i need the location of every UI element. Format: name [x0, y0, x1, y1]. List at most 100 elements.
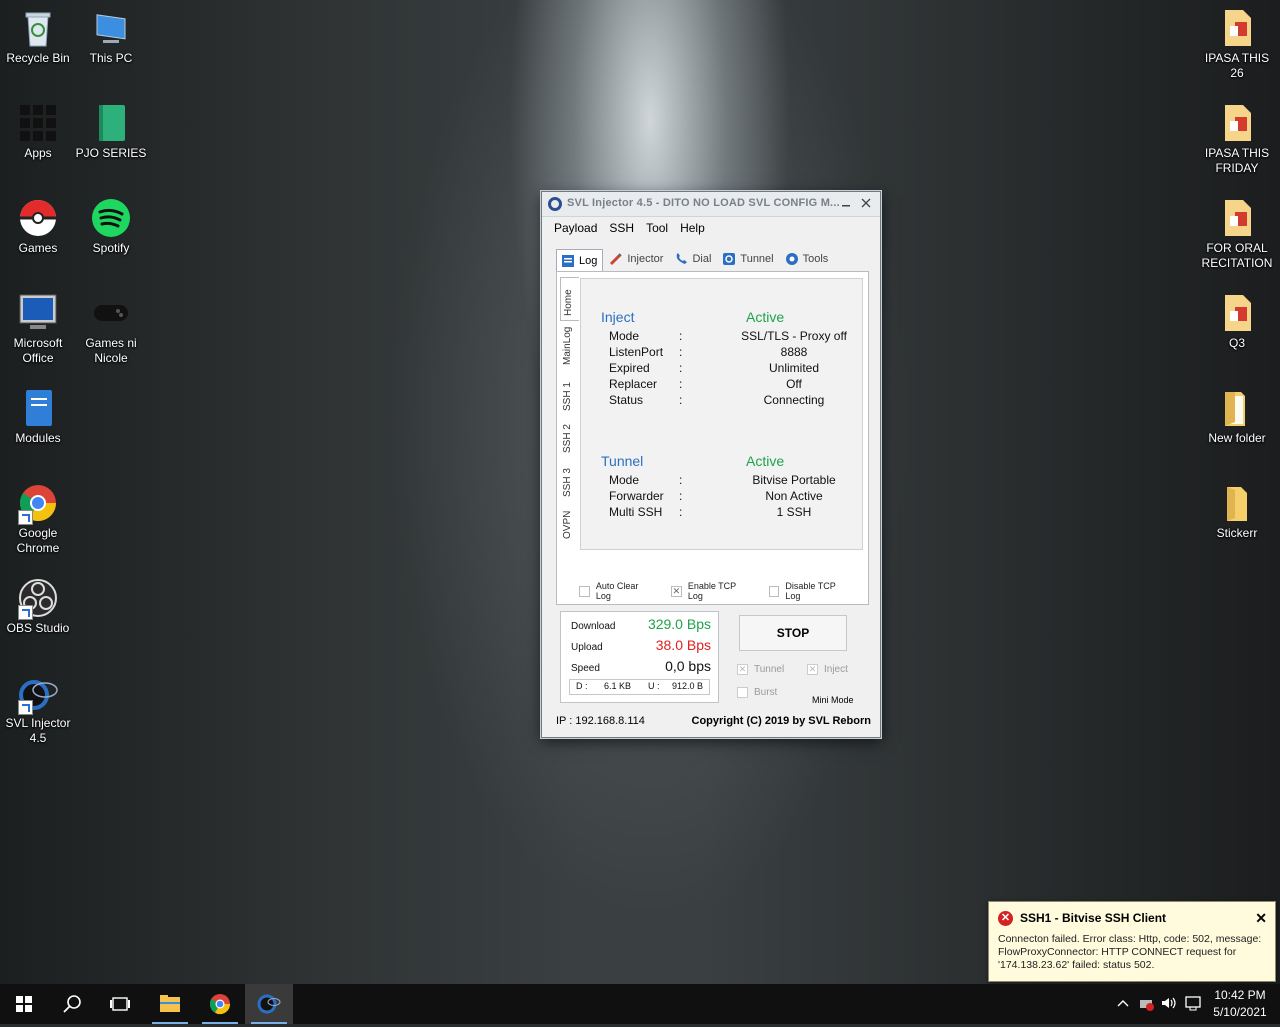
menu-bar: Payload SSH Tool Help — [542, 217, 880, 239]
desktop-icon-microsoft-office[interactable]: Microsoft Office — [0, 293, 76, 366]
checkmark-icon: ✕ — [807, 664, 818, 675]
menu-tool[interactable]: Tool — [640, 221, 674, 235]
desktop-icon-games-ni-nicole[interactable]: Games ni Nicole — [73, 293, 149, 366]
desktop-icon-q3[interactable]: Q3 — [1199, 293, 1275, 351]
close-button[interactable] — [858, 195, 874, 211]
ssh-error-notification[interactable]: ✕ SSH1 - Bitvise SSH Client ✕ Connecton … — [988, 901, 1276, 982]
desktop-icon-ipasa-this-26[interactable]: IPASA THIS 26 — [1199, 8, 1275, 81]
mini-mode-button[interactable]: Mini Mode — [812, 695, 854, 705]
burst-checkbox[interactable]: Burst — [737, 687, 777, 698]
stop-button[interactable]: STOP — [739, 615, 847, 651]
taskbar-svl-injector[interactable] — [245, 984, 293, 1024]
desktop-icon-new-folder[interactable]: New folder — [1199, 388, 1275, 446]
tunnel-checkbox[interactable]: ✕ Tunnel — [737, 664, 784, 675]
task-view-button[interactable] — [96, 984, 144, 1024]
auto-clear-log-checkbox[interactable]: Auto Clear Log — [579, 581, 655, 601]
row-sep: : — [679, 345, 683, 359]
svl-icon — [18, 673, 58, 715]
title-bar[interactable]: SVL Injector 4.5 - DITO NO LOAD SVL CONF… — [542, 192, 880, 217]
desktop-icon-for-oral-recitation[interactable]: FOR ORAL RECITATION — [1199, 198, 1275, 271]
menu-help[interactable]: Help — [674, 221, 711, 235]
desktop: Recycle Bin This PC Apps PJO SERIES Game… — [0, 0, 1280, 984]
desktop-icon-label: FOR ORAL RECITATION — [1201, 241, 1273, 270]
desktop-icon-label: IPASA THIS FRIDAY — [1204, 146, 1270, 175]
checkbox-label: Auto Clear Log — [595, 581, 639, 601]
tab-label: Log — [579, 255, 598, 267]
minimize-button[interactable] — [838, 195, 854, 211]
desktop-icon-pjo-series[interactable]: PJO SERIES — [73, 103, 149, 161]
tab-injector[interactable]: Injector — [605, 249, 668, 269]
notification-close-button[interactable]: ✕ — [1255, 910, 1267, 927]
desktop-icon-stickerr[interactable]: Stickerr — [1199, 483, 1275, 541]
desktop-icon-svl-injector[interactable]: SVL Injector 4.5 — [0, 673, 76, 746]
clock-time[interactable]: 10:42 PM — [1210, 988, 1270, 1002]
tab-tools[interactable]: Tools — [781, 249, 834, 269]
menu-ssh[interactable]: SSH — [603, 221, 640, 235]
monitor-icon — [18, 293, 58, 333]
row-value: Connecting — [763, 393, 825, 407]
task-view-icon — [110, 997, 130, 1011]
notification-message: Connecton failed. Error class: Http, cod… — [998, 933, 1262, 971]
tunnel-heading: Tunnel — [601, 453, 644, 469]
side-tab-ssh2[interactable]: SSH 2 — [560, 417, 578, 457]
row-value: SSL/TLS - Proxy off — [741, 329, 847, 343]
svl-injector-window[interactable]: SVL Injector 4.5 - DITO NO LOAD SVL CONF… — [541, 191, 881, 738]
side-tab-mainlog[interactable]: MainLog — [560, 321, 578, 367]
taskbar-chrome[interactable] — [196, 984, 244, 1024]
inject-checkbox[interactable]: ✕ Inject — [807, 664, 848, 675]
side-tab-ovpn[interactable]: OVPN — [560, 501, 578, 541]
side-tab-ssh1[interactable]: SSH 1 — [560, 375, 578, 415]
desktop-icon-label: Modules — [15, 431, 61, 445]
desktop-icon-label: Games — [18, 241, 58, 255]
desktop-icon-games[interactable]: Games — [0, 198, 76, 256]
desktop-icon-this-pc[interactable]: This PC — [73, 8, 149, 66]
checkbox-box — [579, 585, 590, 597]
desktop-icon-ipasa-this-friday[interactable]: IPASA THIS FRIDAY — [1199, 103, 1275, 176]
checkbox-label: Inject — [824, 664, 848, 675]
svl-app-icon — [548, 197, 562, 211]
main-tabs: Log Injector Dial Tunnel Tools — [556, 249, 835, 272]
desktop-icon-google-chrome[interactable]: Google Chrome — [0, 483, 76, 556]
disable-tcp-log-checkbox[interactable]: Disable TCP Log — [768, 581, 853, 601]
desktop-icon-apps[interactable]: Apps — [0, 103, 76, 161]
side-tab-ssh3[interactable]: SSH 3 — [560, 461, 578, 501]
speed-label: Speed — [571, 663, 600, 674]
desktop-icon-recycle-bin[interactable]: Recycle Bin — [0, 8, 76, 66]
speed-stat: Speed 0,0 bps — [571, 658, 711, 678]
upload-label: Upload — [571, 642, 603, 653]
d-value: 6.1 KB — [604, 681, 632, 691]
side-tab-home[interactable]: Home — [560, 277, 579, 321]
apps-grid-icon — [18, 103, 58, 143]
upload-stat: Upload 38.0 Bps — [571, 637, 711, 657]
volume-icon[interactable] — [1160, 995, 1178, 1014]
desktop-icon-obs-studio[interactable]: OBS Studio — [0, 578, 76, 636]
clock-date[interactable]: 5/10/2021 — [1210, 1005, 1270, 1019]
enable-tcp-log-checkbox[interactable]: ✕ Enable TCP Log — [670, 581, 753, 601]
ip-address: IP : 192.168.8.114 — [556, 715, 645, 727]
row-key: Mode — [609, 473, 640, 487]
desktop-icon-modules[interactable]: Modules — [0, 388, 76, 446]
row-sep: : — [679, 473, 683, 487]
row-key: Status — [609, 393, 644, 407]
row-value: Bitvise Portable — [752, 473, 836, 487]
network-disconnected-icon[interactable] — [1138, 995, 1154, 1014]
tab-dial[interactable]: Dial — [670, 249, 716, 269]
desktop-icon-label: SVL Injector 4.5 — [5, 716, 71, 745]
tab-label: Tunnel — [740, 253, 774, 265]
tab-label: Dial — [692, 253, 712, 265]
checkmark-icon: ✕ — [737, 664, 748, 675]
windows-logo-icon — [16, 996, 32, 1012]
start-button[interactable] — [0, 984, 48, 1024]
search-button[interactable] — [48, 984, 96, 1024]
desktop-icon-spotify[interactable]: Spotify — [73, 198, 149, 256]
tab-log[interactable]: Log — [556, 249, 604, 272]
chevron-up-icon[interactable] — [1116, 995, 1130, 1014]
phone-icon — [674, 252, 688, 266]
taskbar: 10:42 PM 5/10/2021 — [0, 984, 1280, 1024]
tunnel-row-mode: Mode: Bitvise Portable — [609, 473, 869, 489]
taskbar-file-explorer[interactable] — [146, 984, 194, 1024]
tab-tunnel[interactable]: Tunnel — [718, 249, 778, 269]
action-center-icon[interactable] — [1184, 995, 1202, 1014]
menu-payload[interactable]: Payload — [548, 221, 603, 235]
u-value: 912.0 B — [672, 681, 704, 691]
